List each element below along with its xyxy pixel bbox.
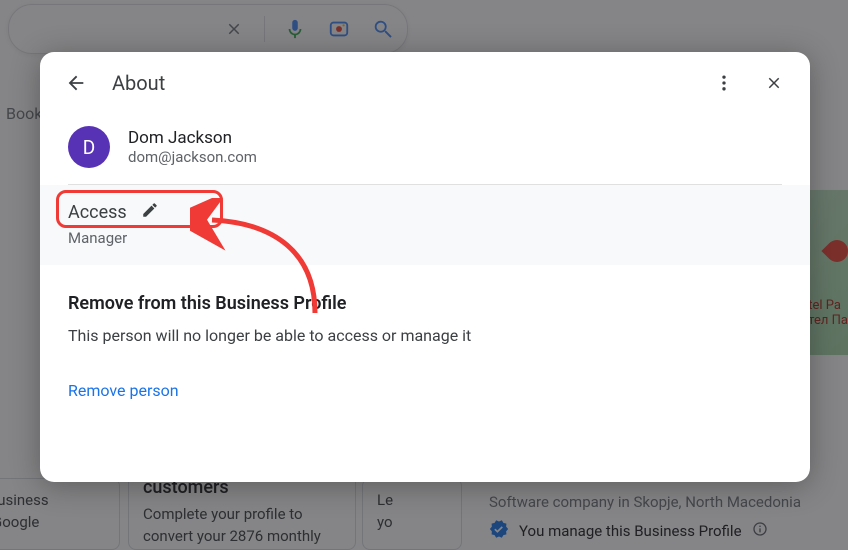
back-icon[interactable] [62,69,90,97]
remove-person-link[interactable]: Remove person [68,381,782,400]
remove-section: Remove from this Business Profile This p… [40,265,810,414]
user-name: Dom Jackson [128,128,257,148]
avatar: D [68,126,110,168]
close-icon[interactable] [760,69,788,97]
user-row: D Dom Jackson dom@jackson.com [40,114,810,184]
about-modal: About D Dom Jackson dom@jackson.com Acce… [40,52,810,482]
modal-title: About [112,71,165,95]
edit-icon[interactable] [141,201,159,223]
access-row[interactable]: Access [68,201,782,223]
remove-desc: This person will no longer be able to ac… [68,326,782,345]
access-role: Manager [68,229,782,247]
user-email: dom@jackson.com [128,148,257,166]
access-section: Access Manager [40,185,810,265]
remove-title: Remove from this Business Profile [68,293,782,314]
access-label: Access [68,202,127,223]
modal-header: About [40,52,810,114]
more-options-icon[interactable] [710,69,738,97]
